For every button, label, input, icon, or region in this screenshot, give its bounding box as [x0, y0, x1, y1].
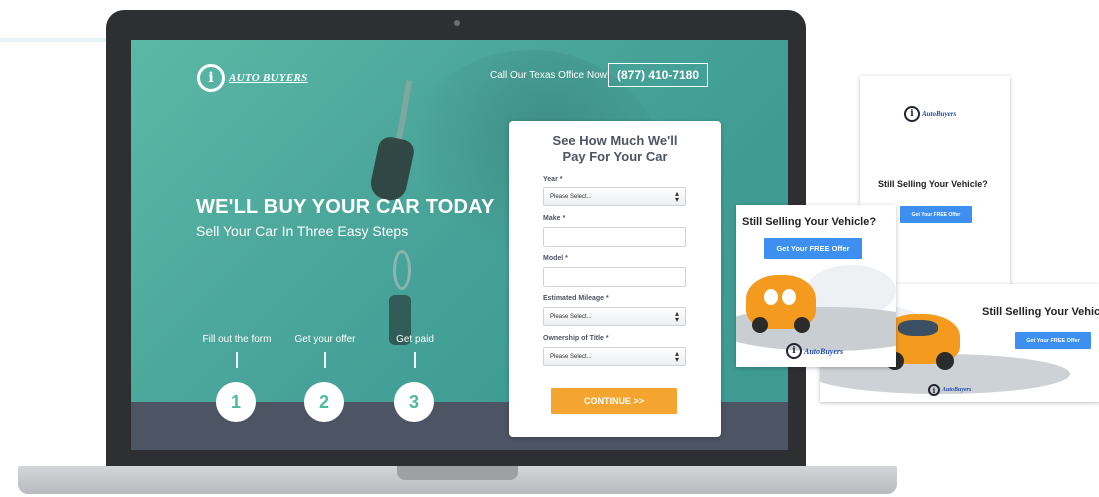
ad-square-logo: i AutoBuyers	[786, 343, 843, 359]
ad-banner-square[interactable]: Still Selling Your Vehicle? Get Your FRE…	[736, 205, 896, 367]
form-title-line-1: See How Much We'll	[552, 133, 678, 148]
logo-text: AUTO BUYERS	[229, 72, 308, 84]
laptop-notch	[397, 466, 518, 480]
ad-tall-cta-button[interactable]: Get Your FREE Offer	[900, 206, 972, 223]
step-1-number: 1	[216, 382, 256, 422]
hero-subtitle: Sell Your Car In Three Easy Steps	[196, 223, 409, 239]
ad-tall-logo-text: AutoBuyers	[922, 110, 957, 118]
ad-square-car-wheel	[794, 317, 810, 333]
laptop-camera	[454, 20, 460, 26]
form-title: See How Much We'll Pay For Your Car	[509, 133, 721, 165]
step-2-label: Get your offer	[294, 334, 356, 345]
site-logo[interactable]: i AUTO BUYERS	[197, 64, 308, 92]
ad-wide-logo-text: AutoBuyers	[942, 387, 972, 393]
form-title-line-2: Pay For Your Car	[562, 149, 668, 164]
ad-wide-car-windshield	[898, 320, 938, 336]
ad-square-headline: Still Selling Your Vehicle?	[742, 216, 877, 228]
ad-square-car-eye	[782, 289, 796, 305]
ad-logo-mark-icon: i	[904, 106, 920, 122]
title-ownership-label: Ownership of Title *	[543, 335, 609, 342]
phone-number-button[interactable]: (877) 410-7180	[608, 63, 708, 87]
logo-mark-icon: i	[197, 64, 225, 92]
select-arrows-icon: ▴ ▾	[674, 349, 679, 364]
hero-photo-key-ring	[393, 250, 411, 290]
call-office-text: Call Our Texas Office Now!	[490, 70, 610, 81]
year-label: Year *	[543, 176, 563, 183]
ad-wide-cta-button[interactable]: Get Your FREE Offer	[1015, 332, 1091, 349]
mileage-select[interactable]: Please Select... ▴ ▾	[543, 307, 686, 326]
select-arrows-icon: ▴ ▾	[674, 189, 679, 204]
mileage-label: Estimated Mileage *	[543, 295, 609, 302]
model-label: Model *	[543, 255, 568, 262]
title-ownership-select-value: Please Select...	[550, 353, 592, 360]
ad-tall-logo: i AutoBuyers	[904, 106, 956, 122]
year-select[interactable]: Please Select... ▴ ▾	[543, 187, 686, 206]
ad-logo-mark-icon: i	[786, 343, 802, 359]
hero-title: WE'LL BUY YOUR CAR TODAY	[196, 196, 495, 218]
landing-page-screen: i AUTO BUYERS Call Our Texas Office Now!…	[131, 40, 788, 450]
step-3-number: 3	[394, 382, 434, 422]
step-1-label: Fill out the form	[202, 334, 272, 345]
ad-square-car-wheel	[752, 317, 768, 333]
ad-tall-headline: Still Selling Your Vehicle?	[878, 179, 988, 189]
background-accent-line	[0, 38, 120, 42]
step-1-connector	[236, 352, 238, 368]
make-label: Make *	[543, 215, 566, 222]
ad-square-car-eye	[764, 289, 778, 305]
quote-form-card: See How Much We'll Pay For Your Car Year…	[509, 121, 721, 437]
step-3-label: Get paid	[396, 334, 434, 345]
ad-wide-logo: i AutoBuyers	[928, 384, 971, 396]
step-2-number: 2	[304, 382, 344, 422]
ad-wide-headline: Still Selling Your Vehicle?	[982, 306, 1099, 318]
mileage-select-value: Please Select...	[550, 313, 592, 320]
select-arrows-icon: ▴ ▾	[674, 309, 679, 324]
ad-logo-mark-icon: i	[928, 384, 940, 396]
step-2-connector	[324, 352, 326, 368]
ad-square-logo-text: AutoBuyers	[804, 346, 844, 356]
ad-square-cta-button[interactable]: Get Your FREE Offer	[764, 238, 862, 259]
model-input[interactable]	[543, 267, 686, 287]
title-ownership-select[interactable]: Please Select... ▴ ▾	[543, 347, 686, 366]
ad-wide-car-wheel	[936, 352, 954, 370]
step-3-connector	[414, 352, 416, 368]
make-input[interactable]	[543, 227, 686, 247]
continue-button[interactable]: CONTINUE >>	[551, 388, 677, 414]
year-select-value: Please Select...	[550, 193, 592, 200]
promo-composition: i AUTO BUYERS Call Our Texas Office Now!…	[0, 0, 1099, 497]
